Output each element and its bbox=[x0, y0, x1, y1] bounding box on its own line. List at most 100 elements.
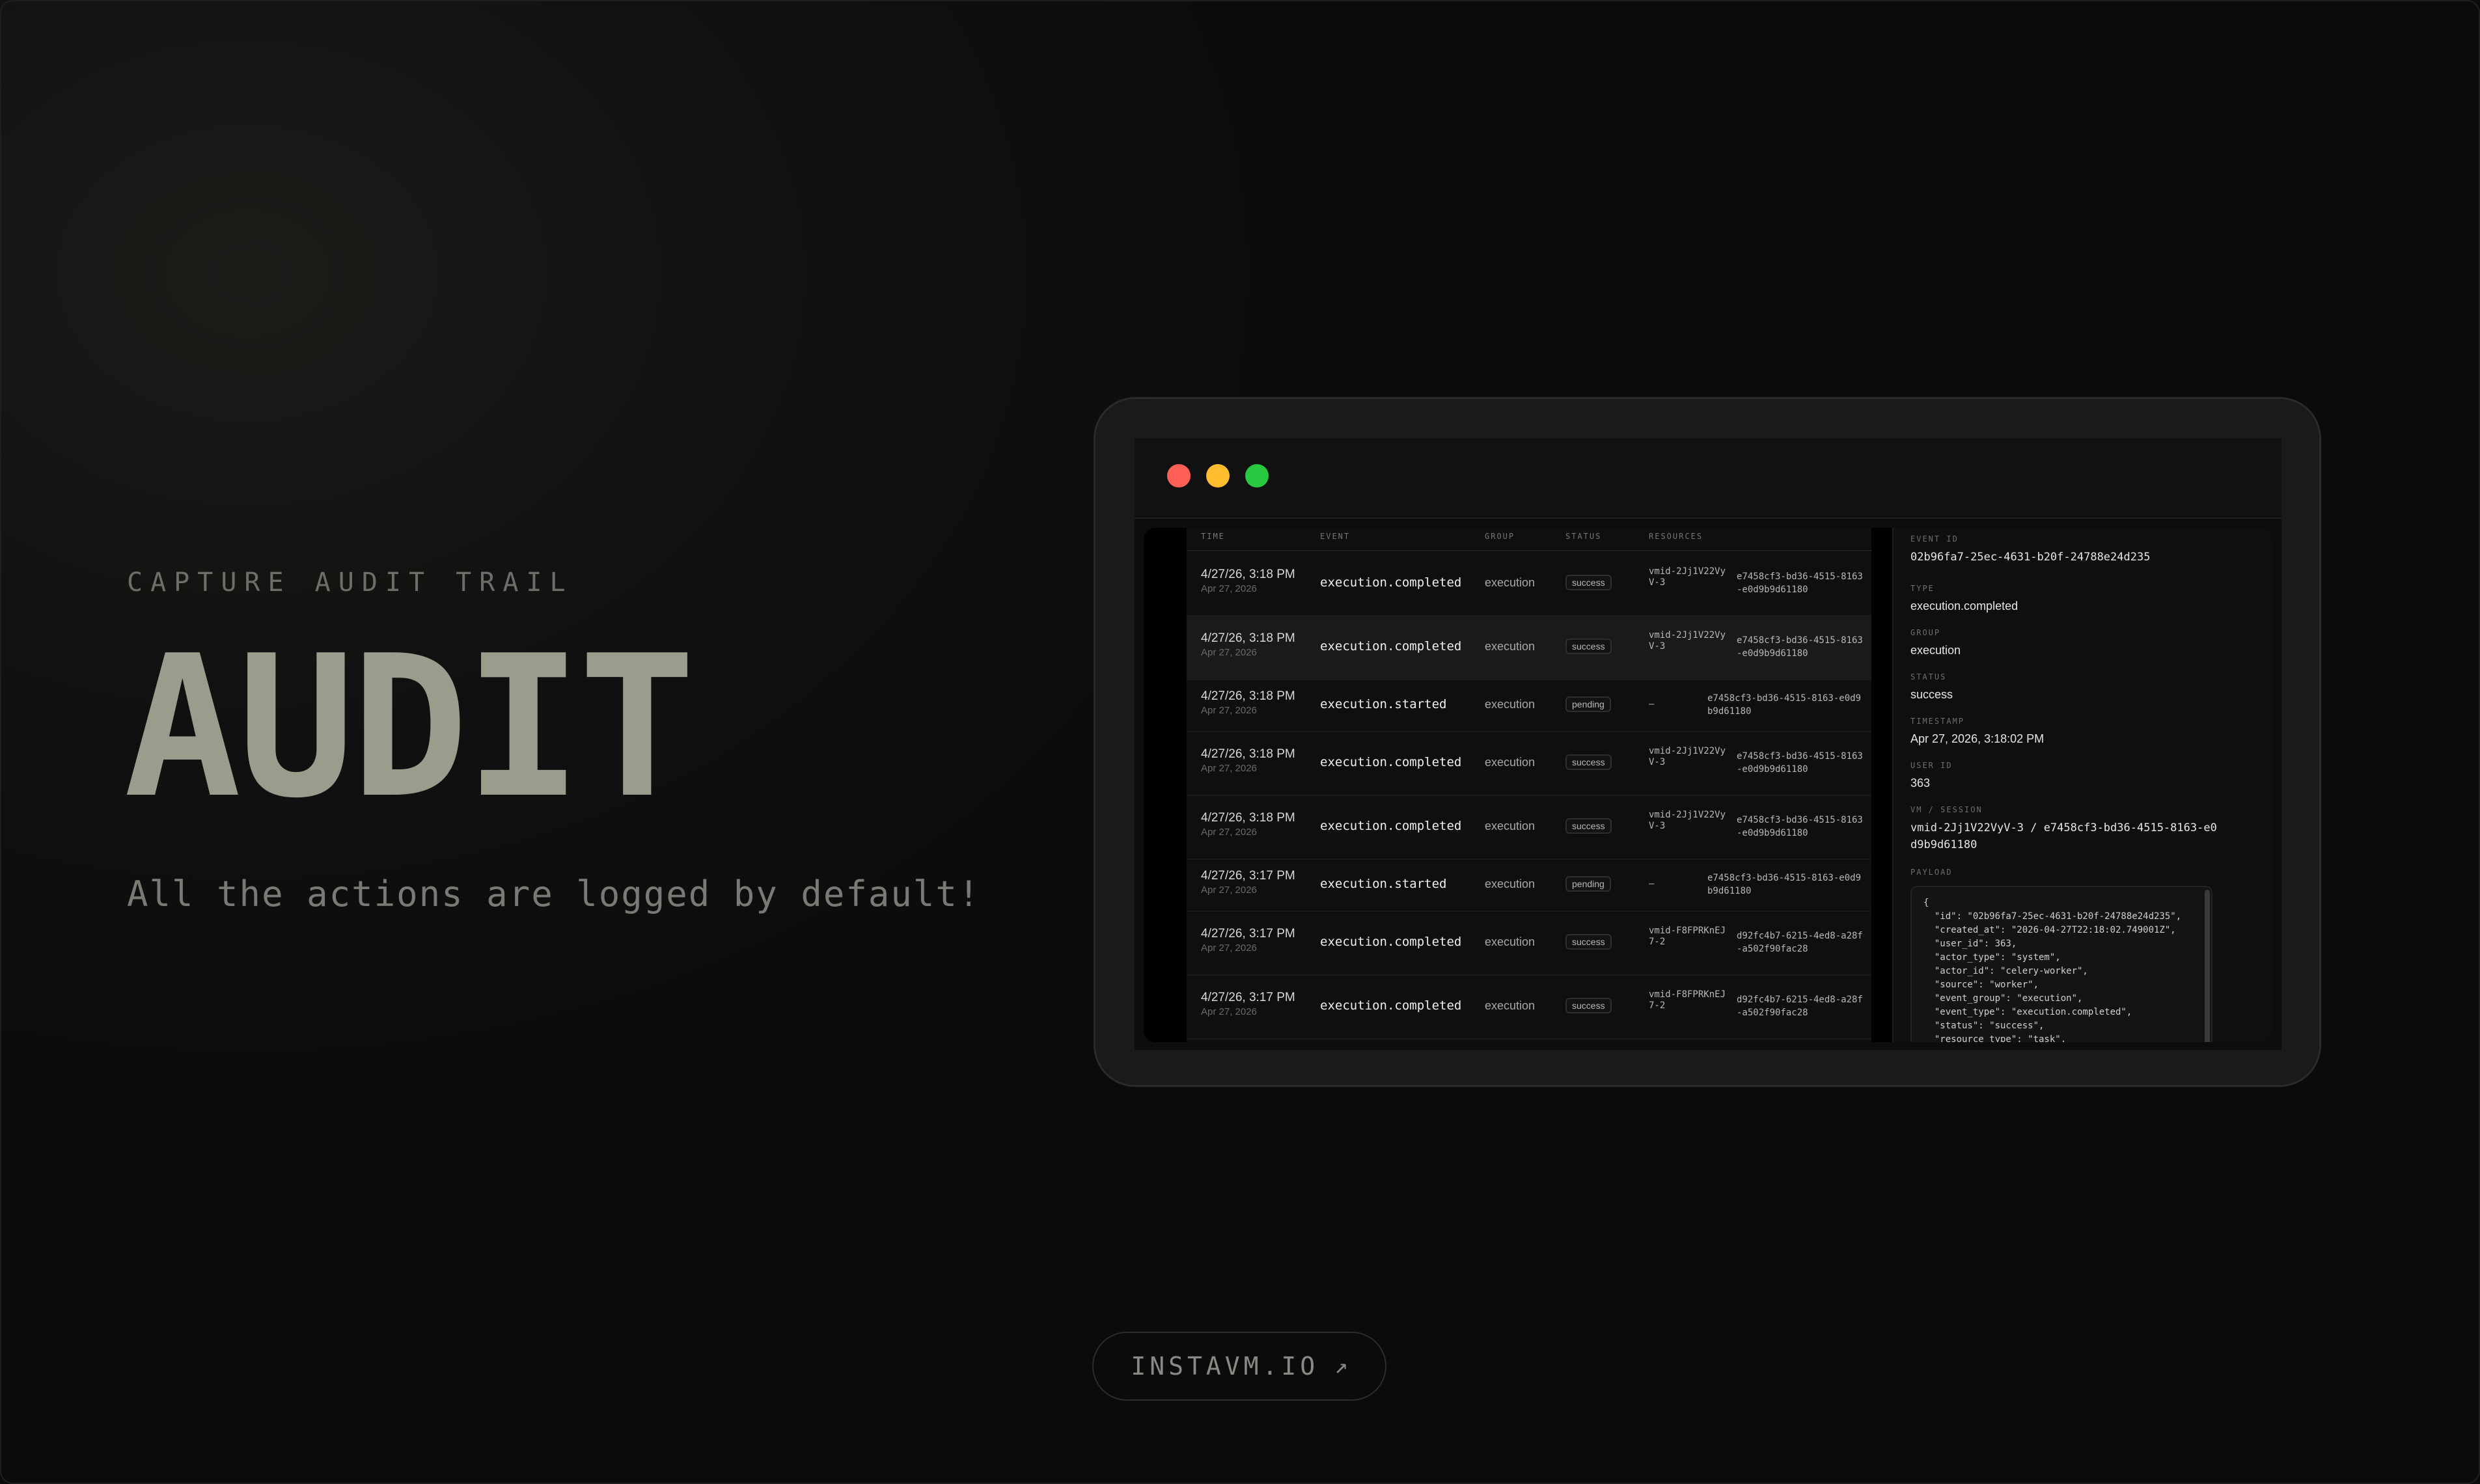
status-badge: pending bbox=[1565, 876, 1611, 892]
row-session-id[interactable]: e7458cf3-bd36-4515-8163-e0d9b9d61180 bbox=[1737, 814, 1867, 840]
vm-session-value: vmid-2Jj1V22VyV-3 / e7458cf3-bd36-4515-8… bbox=[1910, 821, 2217, 851]
group-label: GROUP bbox=[1910, 628, 1941, 637]
column-header-group[interactable]: GROUP bbox=[1485, 532, 1515, 541]
row-group: execution bbox=[1485, 756, 1536, 769]
payload-viewer[interactable]: { "id": "02b96fa7-25ec-4631-b20f-24788e2… bbox=[1910, 886, 2212, 1042]
row-date: Apr 27, 2026 bbox=[1201, 705, 1257, 716]
row-session-id[interactable]: e7458cf3-bd36-4515-8163-e0d9b9d61180 bbox=[1707, 872, 1864, 898]
column-header-time[interactable]: TIME bbox=[1201, 532, 1225, 541]
row-time: 4/27/26, 3:18 PM bbox=[1201, 568, 1295, 581]
event-id-value: 02b96fa7-25ec-4631-b20f-24788e24d235 bbox=[1910, 551, 2151, 564]
payload-scrollbar[interactable] bbox=[2205, 890, 2210, 1042]
row-session-id[interactable]: e7458cf3-bd36-4515-8163-e0d9b9d61180 bbox=[1737, 570, 1867, 596]
status-badge: success bbox=[1565, 934, 1612, 950]
hero-tagline: All the actions are logged by default! bbox=[127, 873, 981, 914]
row-time: 4/27/26, 3:17 PM bbox=[1201, 991, 1295, 1004]
user-id-value: 363 bbox=[1910, 776, 1931, 790]
column-header-event[interactable]: EVENT bbox=[1320, 532, 1350, 541]
payload-label: PAYLOAD bbox=[1910, 868, 1953, 877]
event-id-label: EVENT ID bbox=[1910, 534, 1959, 543]
row-time: 4/27/26, 3:18 PM bbox=[1201, 689, 1295, 703]
row-group: execution bbox=[1485, 877, 1536, 890]
status-badge: success bbox=[1565, 639, 1612, 654]
row-time: 4/27/26, 3:18 PM bbox=[1201, 631, 1295, 645]
row-date: Apr 27, 2026 bbox=[1201, 885, 1257, 896]
row-vm-id[interactable]: vmid-2Jj1V22VyV-3 bbox=[1649, 746, 1727, 768]
row-group: execution bbox=[1485, 640, 1536, 653]
eyebrow-text: CAPTURE AUDIT TRAIL bbox=[127, 568, 573, 598]
column-header-resources[interactable]: RESOURCES bbox=[1649, 532, 1703, 541]
close-window-button[interactable] bbox=[1167, 464, 1191, 488]
row-group: execution bbox=[1485, 819, 1536, 832]
timestamp-label: TIMESTAMP bbox=[1910, 717, 1965, 726]
app-window: TIME EVENT GROUP STATUS RESOURCES 4/27/2… bbox=[1135, 438, 2281, 1050]
row-event: execution.started bbox=[1320, 877, 1447, 891]
row-vm-id[interactable]: vmid-F8FPRKnEJ7-2 bbox=[1649, 926, 1727, 948]
row-date: Apr 27, 2026 bbox=[1201, 942, 1257, 954]
row-group: execution bbox=[1485, 576, 1536, 589]
row-session-id[interactable]: e7458cf3-bd36-4515-8163-e0d9b9d61180 bbox=[1737, 750, 1867, 776]
status-badge: success bbox=[1565, 754, 1612, 770]
row-group: execution bbox=[1485, 999, 1536, 1012]
table-row[interactable]: 4/27/26, 3:18 PM Apr 27, 2026 execution.co… bbox=[1187, 731, 1871, 796]
window-titlebar bbox=[1135, 438, 2281, 519]
row-event: execution.completed bbox=[1320, 819, 1462, 833]
row-group: execution bbox=[1485, 935, 1536, 948]
audit-table: TIME EVENT GROUP STATUS RESOURCES 4/27/2… bbox=[1187, 528, 1871, 1042]
row-vm-id[interactable]: vmid-2Jj1V22VyV-3 bbox=[1649, 630, 1727, 652]
row-group: execution bbox=[1485, 698, 1536, 711]
column-header-status[interactable]: STATUS bbox=[1565, 532, 1601, 541]
group-value: execution bbox=[1910, 644, 1961, 657]
event-detail-panel: EVENT ID 02b96fa7-25ec-4631-b20f-24788e2… bbox=[1892, 528, 2272, 1042]
table-row[interactable]: 4/27/26, 3:18 PM Apr 27, 2026 execution.co… bbox=[1187, 615, 1871, 680]
table-row[interactable]: 4/27/26, 3:18 PM Apr 27, 2026 execution.st… bbox=[1187, 679, 1871, 732]
table-row[interactable]: 4/27/26, 3:18 PM Apr 27, 2026 execution.co… bbox=[1187, 795, 1871, 860]
instavm-link-button[interactable]: INSTAVM.IO ↗ bbox=[1092, 1332, 1386, 1401]
table-row[interactable]: 4/27/26, 3:17 PM Apr 27, 2026 execution.st… bbox=[1187, 859, 1871, 912]
row-time: 4/27/26, 3:18 PM bbox=[1201, 811, 1295, 825]
type-label: TYPE bbox=[1910, 584, 1935, 593]
user-id-label: USER ID bbox=[1910, 761, 1953, 770]
table-row[interactable]: 4/27/26, 3:17 PM Apr 27, 2026 execution.co… bbox=[1187, 974, 1871, 1039]
row-vm-id[interactable]: vmid-F8FPRKnEJ7-2 bbox=[1649, 989, 1727, 1011]
row-vm-id[interactable]: vmid-2Jj1V22VyV-3 bbox=[1649, 566, 1727, 588]
row-vm-empty: — bbox=[1649, 699, 1655, 709]
row-date: Apr 27, 2026 bbox=[1201, 763, 1257, 774]
row-date: Apr 27, 2026 bbox=[1201, 583, 1257, 594]
status-badge: success bbox=[1565, 818, 1612, 834]
row-event: execution.started bbox=[1320, 697, 1447, 711]
row-session-id[interactable]: e7458cf3-bd36-4515-8163-e0d9b9d61180 bbox=[1737, 634, 1867, 660]
maximize-window-button[interactable] bbox=[1245, 464, 1269, 488]
hero-title: AUDIT bbox=[124, 614, 696, 841]
row-date: Apr 27, 2026 bbox=[1201, 827, 1257, 838]
status-badge: success bbox=[1565, 998, 1612, 1013]
row-event: execution.completed bbox=[1320, 639, 1462, 653]
table-row[interactable]: 4/27/26, 3:18 PM Apr 27, 2026 execution.co… bbox=[1187, 551, 1871, 616]
row-event: execution.completed bbox=[1320, 998, 1462, 1013]
timestamp-value: Apr 27, 2026, 3:18:02 PM bbox=[1910, 732, 2045, 745]
row-time: 4/27/26, 3:17 PM bbox=[1201, 927, 1295, 941]
row-session-id[interactable]: d92fc4b7-6215-4ed8-a28f-a502f90fac28 bbox=[1737, 993, 1867, 1019]
row-time: 4/27/26, 3:17 PM bbox=[1201, 869, 1295, 883]
type-value: execution.completed bbox=[1910, 599, 2018, 612]
row-event: execution.completed bbox=[1320, 935, 1462, 949]
external-link-arrow-icon: ↗ bbox=[1334, 1353, 1348, 1379]
row-vm-id[interactable]: vmid-2Jj1V22VyV-3 bbox=[1649, 810, 1727, 832]
row-session-id[interactable]: d92fc4b7-6215-4ed8-a28f-a502f90fac28 bbox=[1737, 929, 1867, 955]
row-session-id[interactable]: e7458cf3-bd36-4515-8163-e0d9b9d61180 bbox=[1707, 692, 1864, 718]
status-badge: success bbox=[1565, 575, 1612, 590]
row-date: Apr 27, 2026 bbox=[1201, 1006, 1257, 1017]
status-value: success bbox=[1910, 688, 1953, 701]
status-label: STATUS bbox=[1910, 672, 1947, 681]
row-vm-empty: — bbox=[1649, 879, 1655, 889]
minimize-window-button[interactable] bbox=[1206, 464, 1230, 488]
table-header: TIME EVENT GROUP STATUS RESOURCES bbox=[1187, 528, 1871, 551]
table-row[interactable]: 4/27/26, 3:17 PM Apr 27, 2026 execution.co… bbox=[1187, 911, 1871, 976]
row-date: Apr 27, 2026 bbox=[1201, 647, 1257, 658]
cta-label: INSTAVM.IO bbox=[1131, 1352, 1319, 1381]
device-mockup: TIME EVENT GROUP STATUS RESOURCES 4/27/2… bbox=[1094, 397, 2321, 1087]
vm-session-label: VM / SESSION bbox=[1910, 805, 1983, 814]
row-time: 4/27/26, 3:18 PM bbox=[1201, 747, 1295, 761]
window-content: TIME EVENT GROUP STATUS RESOURCES 4/27/2… bbox=[1144, 528, 2272, 1042]
row-event: execution.completed bbox=[1320, 575, 1462, 590]
